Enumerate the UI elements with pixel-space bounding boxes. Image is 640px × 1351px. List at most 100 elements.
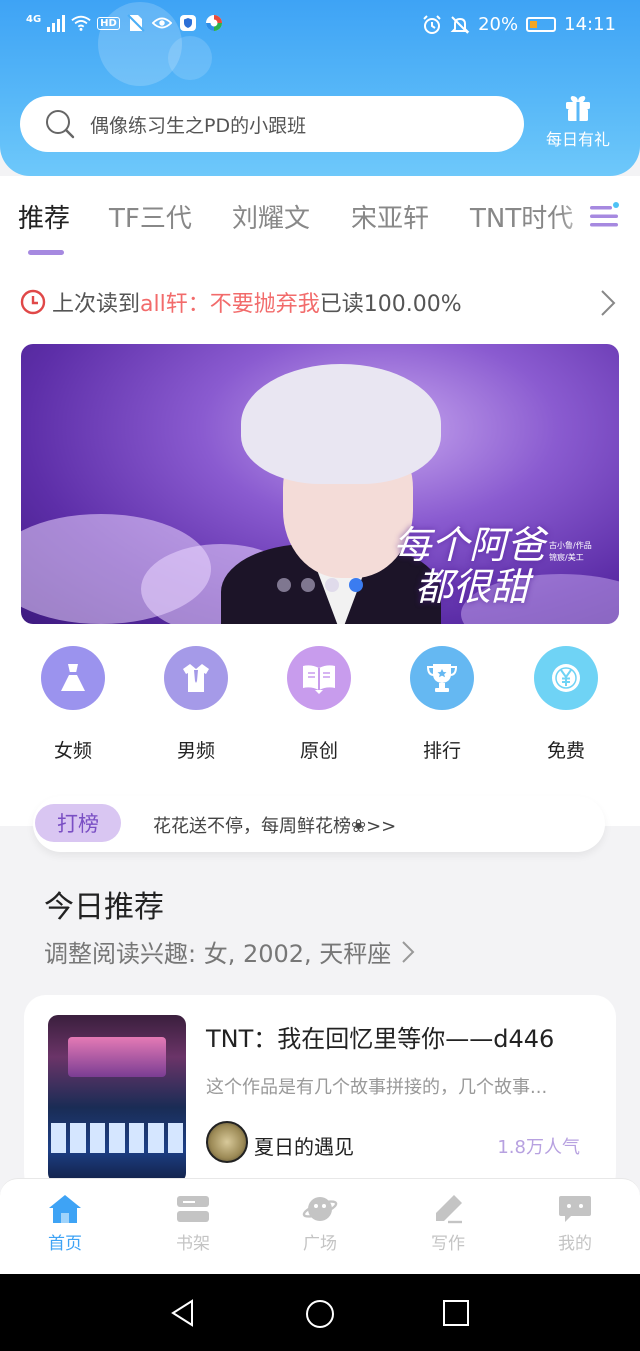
- category-original[interactable]: 原创: [274, 646, 364, 763]
- interest-settings-link[interactable]: 调整阅读兴趣: 女, 2002, 天秤座: [44, 934, 417, 969]
- banner-credit: 古小鲁/作品 锦宸/美工: [549, 540, 592, 564]
- ranking-promo-bar[interactable]: 打榜 花花送不停，每周鲜花榜❀>>: [33, 796, 605, 852]
- nav-plaza-label: 广场: [303, 1234, 337, 1254]
- carousel-dot-active[interactable]: [349, 578, 363, 592]
- last-read-bar[interactable]: 上次读到 all轩：不要抛弃我 已读100.00%: [20, 286, 620, 318]
- network-label: 4G: [26, 14, 42, 25]
- interest-settings-text: 调整阅读兴趣: 女, 2002, 天秤座: [44, 940, 392, 968]
- category-ranking-label: 排行: [422, 740, 461, 762]
- nav-write[interactable]: 写作: [403, 1193, 493, 1254]
- banner-title: 每个阿爸 都很甜: [393, 524, 545, 608]
- clock-icon: [20, 289, 46, 315]
- daily-gift-label: 每日有礼: [545, 130, 610, 149]
- book-cover: [48, 1015, 186, 1183]
- mute-icon: [450, 15, 470, 34]
- active-tab-indicator: [28, 250, 64, 255]
- battery-percent: 20%: [478, 14, 519, 35]
- clock-time: 14:11: [564, 14, 616, 35]
- last-read-prefix: 上次读到: [52, 292, 141, 317]
- nav-mine-label: 我的: [558, 1234, 592, 1254]
- eye-icon: [151, 14, 172, 32]
- author-name: 夏日的遇见: [254, 1135, 354, 1159]
- tab-recommend[interactable]: 推荐: [18, 198, 70, 235]
- bottom-nav: 首页 书架 广场 写作 我的: [0, 1178, 640, 1274]
- category-female-label: 女频: [53, 740, 92, 762]
- gift-icon: [566, 96, 590, 121]
- shield-app-icon: [178, 14, 198, 32]
- system-nav-bar: [0, 1274, 640, 1351]
- cover-stage: [68, 1037, 166, 1077]
- nav-home[interactable]: 首页: [20, 1193, 110, 1254]
- wifi-icon: [71, 14, 91, 32]
- main-content: 上次读到 all轩：不要抛弃我 已读100.00% 每个阿爸 都很甜 古小鲁/作…: [0, 266, 640, 826]
- chat-icon: [559, 1196, 591, 1222]
- recommend-card[interactable]: TNT：我在回忆里等你——d446 这个作品是有几个故事拼接的，几个故事... …: [24, 995, 616, 1195]
- banner-figure-hair: [241, 364, 441, 484]
- search-placeholder: 偶像练习生之PD的小跟班: [90, 114, 307, 137]
- search-icon: [46, 110, 75, 139]
- daily-gift-button[interactable]: 每日有礼: [540, 94, 616, 150]
- book-title: TNT：我在回忆里等你——d446: [206, 1025, 555, 1053]
- category-male[interactable]: 男频: [151, 646, 241, 763]
- carousel-dot[interactable]: [325, 578, 339, 592]
- banner-carousel[interactable]: 每个阿爸 都很甜 古小鲁/作品 锦宸/美工: [21, 344, 619, 624]
- nav-write-label: 写作: [431, 1234, 465, 1254]
- nav-home-label: 首页: [48, 1234, 82, 1254]
- nav-bookshelf-label: 书架: [176, 1234, 210, 1254]
- pen-icon: [436, 1195, 462, 1224]
- category-male-label: 男频: [176, 740, 215, 762]
- carousel-dot[interactable]: [277, 578, 291, 592]
- nav-bookshelf[interactable]: 书架: [148, 1193, 238, 1254]
- battery-icon: [526, 17, 557, 32]
- home-icon: [49, 1195, 81, 1223]
- hd-badge: HD: [97, 16, 120, 30]
- tab-song-yaxuan[interactable]: 宋亚轩: [351, 198, 429, 235]
- category-free[interactable]: 免费: [521, 646, 611, 763]
- coin-icon: [534, 646, 598, 710]
- category-original-label: 原创: [299, 740, 338, 762]
- chevron-right-icon: [601, 290, 616, 316]
- carousel-dots: [277, 578, 363, 592]
- menu-icon[interactable]: [588, 200, 620, 232]
- banner-credit-author: 古小鲁/作品: [549, 541, 592, 550]
- recents-icon[interactable]: [441, 1298, 471, 1328]
- category-female[interactable]: 女频: [28, 646, 118, 763]
- browser-app-icon: [204, 14, 224, 32]
- author-avatar: [206, 1121, 248, 1163]
- alarm-icon: [422, 14, 442, 34]
- status-bar: 4G HD 20% 14:11: [0, 10, 640, 44]
- header: 4G HD 20% 14:11 偶像练习生之PD的小跟班 每日有礼: [0, 0, 640, 176]
- category-tabs: 推荐 TF三代 刘耀文 宋亚轩 TNT时代: [0, 176, 640, 266]
- bookshelf-icon: [177, 1196, 209, 1222]
- tab-tnt[interactable]: TNT时代: [470, 198, 573, 235]
- home-button-icon[interactable]: [304, 1298, 336, 1330]
- nav-mine[interactable]: 我的: [530, 1193, 620, 1254]
- nav-plaza[interactable]: 广场: [275, 1193, 365, 1254]
- carousel-dot[interactable]: [301, 578, 315, 592]
- ranking-promo-tag[interactable]: 打榜: [35, 804, 121, 842]
- back-icon[interactable]: [168, 1298, 198, 1328]
- tab-liu-yaowen[interactable]: 刘耀文: [232, 198, 310, 235]
- planet-icon: [302, 1197, 338, 1221]
- dress-icon: [41, 646, 105, 710]
- book-description: 这个作品是有几个故事拼接的，几个故事...: [206, 1077, 548, 1098]
- ranking-promo-text: 花花送不停，每周鲜花榜❀>>: [153, 816, 397, 837]
- shirt-icon: [164, 646, 228, 710]
- book-icon: [287, 646, 351, 710]
- banner-credit-artist: 锦宸/美工: [549, 553, 584, 562]
- popularity-count: 1.8万人气: [497, 1137, 580, 1158]
- last-read-progress: 已读100.00%: [319, 292, 462, 317]
- signal-icon: [47, 14, 66, 32]
- no-sim-icon: [126, 14, 146, 32]
- search-bar[interactable]: 偶像练习生之PD的小跟班: [20, 96, 524, 152]
- cover-screens: [48, 1123, 186, 1153]
- section-title: 今日推荐: [44, 890, 164, 925]
- chevron-right-icon: [402, 940, 415, 963]
- last-read-title: all轩：不要抛弃我: [140, 292, 320, 317]
- banner-title-line2: 都很甜: [415, 565, 530, 609]
- trophy-icon: [410, 646, 474, 710]
- category-ranking[interactable]: 排行: [397, 646, 487, 763]
- banner-title-line1: 每个阿爸: [393, 523, 546, 567]
- category-free-label: 免费: [546, 740, 585, 762]
- tab-tf-gen3[interactable]: TF三代: [109, 198, 192, 235]
